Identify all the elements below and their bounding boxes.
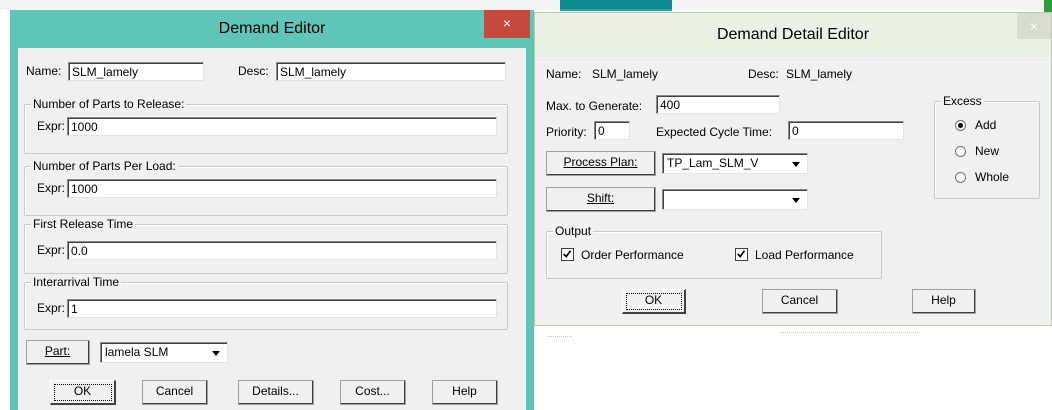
interarrival-time-expr[interactable]: 1 <box>67 299 497 318</box>
desc-label: Desc: <box>748 67 779 81</box>
process-plan-button-label: Process Plan: <box>563 155 638 169</box>
part-select[interactable]: lamela SLM <box>100 342 228 363</box>
max-to-generate-label: Max. to Generate: <box>546 99 643 113</box>
help-button[interactable]: Help <box>912 289 976 314</box>
process-plan-button[interactable]: Process Plan: <box>546 151 656 176</box>
first-release-time-group: First Release Time Expr: 0.0 <box>24 217 508 274</box>
process-plan-select-value: TP_Lam_SLM_V <box>667 156 759 170</box>
parts-per-load-group: Number of Parts Per Load: Expr: 1000 <box>24 159 508 216</box>
name-value: SLM_lamely <box>592 67 659 81</box>
ok-button[interactable]: OK <box>50 380 116 405</box>
checkmark-icon <box>737 250 746 258</box>
parts-to-release-expr[interactable]: 1000 <box>67 117 497 136</box>
excess-add-label: Add <box>975 118 997 132</box>
expr-label: Expr: <box>37 243 66 257</box>
cancel-button[interactable]: Cancel <box>142 380 208 405</box>
max-to-generate-field[interactable]: 400 <box>656 95 780 114</box>
load-performance-label: Load Performance <box>755 248 854 262</box>
excess-add-radio[interactable] <box>955 120 966 131</box>
part-button-label: Part: <box>44 344 71 358</box>
part-select-value: lamela SLM <box>105 345 169 359</box>
name-label: Name: <box>26 64 62 78</box>
expr-label: Expr: <box>37 119 66 133</box>
chevron-down-icon <box>792 198 800 203</box>
excess-new-radio[interactable] <box>955 146 966 157</box>
expected-cycle-time-field[interactable]: 0 <box>788 121 904 140</box>
load-performance-checkbox[interactable] <box>735 248 748 261</box>
order-performance-checkbox[interactable] <box>561 248 574 261</box>
first-release-time-expr[interactable]: 0.0 <box>67 241 497 260</box>
process-plan-select[interactable]: TP_Lam_SLM_V <box>662 153 808 174</box>
background-window-area <box>534 326 1052 410</box>
chevron-down-icon <box>212 351 220 356</box>
background-detail <box>548 336 572 340</box>
priority-label: Priority: <box>546 125 587 139</box>
excess-new-label: New <box>975 144 1000 158</box>
demand-editor-body: Name: SLM_lamely Desc: SLM_lamely Number… <box>18 48 526 410</box>
demand-detail-editor-window: Demand Detail Editor × Name: SLM_lamely … <box>534 12 1052 326</box>
cancel-button[interactable]: Cancel <box>762 289 838 314</box>
excess-title: Excess <box>941 94 984 108</box>
desc-value: SLM_lamely <box>786 67 853 81</box>
demand-detail-editor-title: Demand Detail Editor <box>716 26 870 43</box>
interarrival-time-group: Interarrival Time Expr: 1 <box>24 275 508 330</box>
name-field[interactable]: SLM_lamely <box>68 62 204 81</box>
output-group: Output Order Performance Load Performanc… <box>546 224 882 279</box>
background-window-edge <box>0 0 1052 10</box>
help-button[interactable]: Help <box>432 380 498 405</box>
excess-whole-radio[interactable] <box>955 172 966 183</box>
parts-to-release-title: Number of Parts to Release: <box>31 97 187 111</box>
desc-label: Desc: <box>238 64 269 78</box>
parts-to-release-group: Number of Parts to Release: Expr: 1000 <box>24 97 508 154</box>
priority-field[interactable]: 0 <box>594 121 630 140</box>
excess-group: Excess Add New Whole <box>934 94 1040 199</box>
details-button[interactable]: Details... <box>238 380 314 405</box>
shift-button[interactable]: Shift: <box>546 187 656 212</box>
shift-select[interactable] <box>662 189 808 210</box>
demand-editor-title: Demand Editor <box>218 20 326 37</box>
close-icon[interactable]: × <box>484 10 530 38</box>
output-title: Output <box>553 224 594 238</box>
chevron-down-icon <box>792 162 800 167</box>
background-window-corner <box>1044 0 1052 12</box>
expr-label: Expr: <box>37 181 66 195</box>
name-label: Name: <box>546 67 582 81</box>
expr-label: Expr: <box>37 301 66 315</box>
parts-per-load-title: Number of Parts Per Load: <box>31 159 178 173</box>
ok-button[interactable]: OK <box>622 289 686 314</box>
order-performance-label: Order Performance <box>581 248 684 262</box>
part-button[interactable]: Part: <box>26 340 90 365</box>
close-icon[interactable]: × <box>1017 13 1051 39</box>
background-detail <box>780 332 920 336</box>
parts-per-load-expr[interactable]: 1000 <box>67 179 497 198</box>
interarrival-time-title: Interarrival Time <box>31 275 122 289</box>
demand-detail-editor-body: Name: SLM_lamely Desc: SLM_lamely Max. t… <box>536 57 1050 325</box>
excess-whole-label: Whole <box>975 170 1010 184</box>
shift-button-label: Shift: <box>586 191 615 205</box>
background-taskbar-highlight <box>560 9 672 11</box>
checkmark-icon <box>563 250 572 258</box>
cost-button[interactable]: Cost... <box>340 380 406 405</box>
demand-editor-window: Demand Editor × Name: SLM_lamely Desc: S… <box>10 10 534 410</box>
expected-cycle-time-label: Expected Cycle Time: <box>656 125 773 139</box>
first-release-time-title: First Release Time <box>31 217 136 231</box>
desc-field[interactable]: SLM_lamely <box>276 62 506 81</box>
